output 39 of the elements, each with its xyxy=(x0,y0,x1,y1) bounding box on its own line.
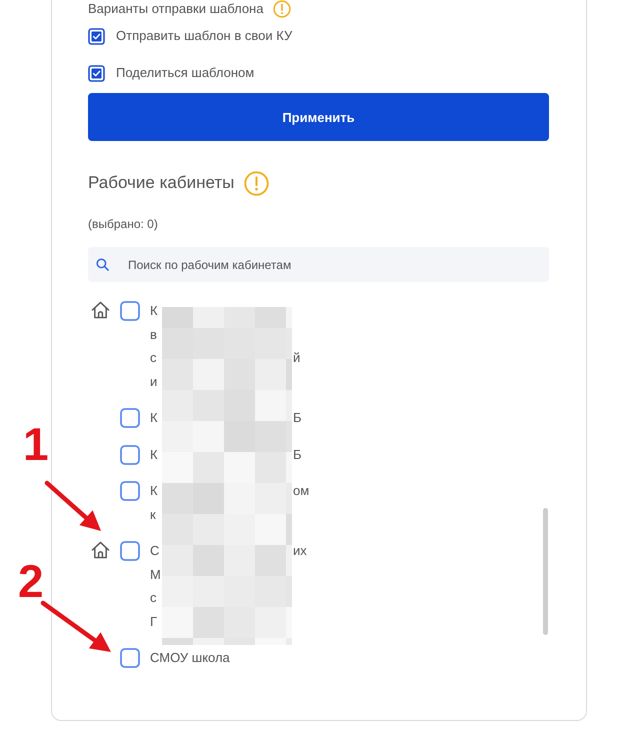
workspace-name: ом xyxy=(293,482,310,500)
workspace-name: С xyxy=(150,542,160,560)
checkbox[interactable] xyxy=(120,541,140,561)
checkbox[interactable] xyxy=(120,648,140,668)
scrollbar-thumb[interactable] xyxy=(543,508,548,635)
annotation-number: 2 xyxy=(18,561,44,601)
apply-button[interactable]: Применить xyxy=(88,93,549,141)
warning-icon xyxy=(244,170,270,196)
checkbox[interactable] xyxy=(120,408,140,428)
workspace-name: их xyxy=(293,542,307,560)
checkbox[interactable] xyxy=(88,64,105,82)
workspace-name: СМОУ школа xyxy=(150,649,231,667)
workspace-name: К xyxy=(150,446,159,464)
workspace-name: М xyxy=(150,566,162,584)
workspace-name: Г xyxy=(150,612,158,630)
checkbox[interactable] xyxy=(88,28,105,44)
workspace-name: Б xyxy=(293,409,302,427)
checkbox-label: Поделиться шаблоном xyxy=(116,65,254,81)
section-heading: Рабочие кабинеты xyxy=(88,172,234,194)
workspace-name: Б xyxy=(293,446,302,464)
workspace-name: К xyxy=(150,482,159,500)
section-title: Варианты отправки шаблона xyxy=(88,1,264,17)
workspace-name: й xyxy=(293,349,300,367)
checkbox[interactable] xyxy=(120,481,140,501)
workspace-name: в xyxy=(150,326,158,344)
workspace-name: К xyxy=(150,302,159,320)
workspace-name: с xyxy=(150,589,158,607)
search-icon xyxy=(96,258,109,271)
checkbox[interactable] xyxy=(120,444,140,464)
annotation-number: 1 xyxy=(23,424,49,464)
checkbox[interactable] xyxy=(120,301,140,321)
workspace-name: к xyxy=(150,506,157,524)
search-field[interactable]: Поиск по рабочим кабинетам xyxy=(88,247,549,282)
warning-icon xyxy=(273,0,292,18)
selected-count: (выбрано: 0) xyxy=(88,217,158,231)
workspace-name: К xyxy=(150,409,159,427)
checkbox-label: Отправить шаблон в свои КУ xyxy=(116,28,292,44)
workspace-name: и xyxy=(150,372,158,390)
workspace-name: с xyxy=(150,349,158,367)
